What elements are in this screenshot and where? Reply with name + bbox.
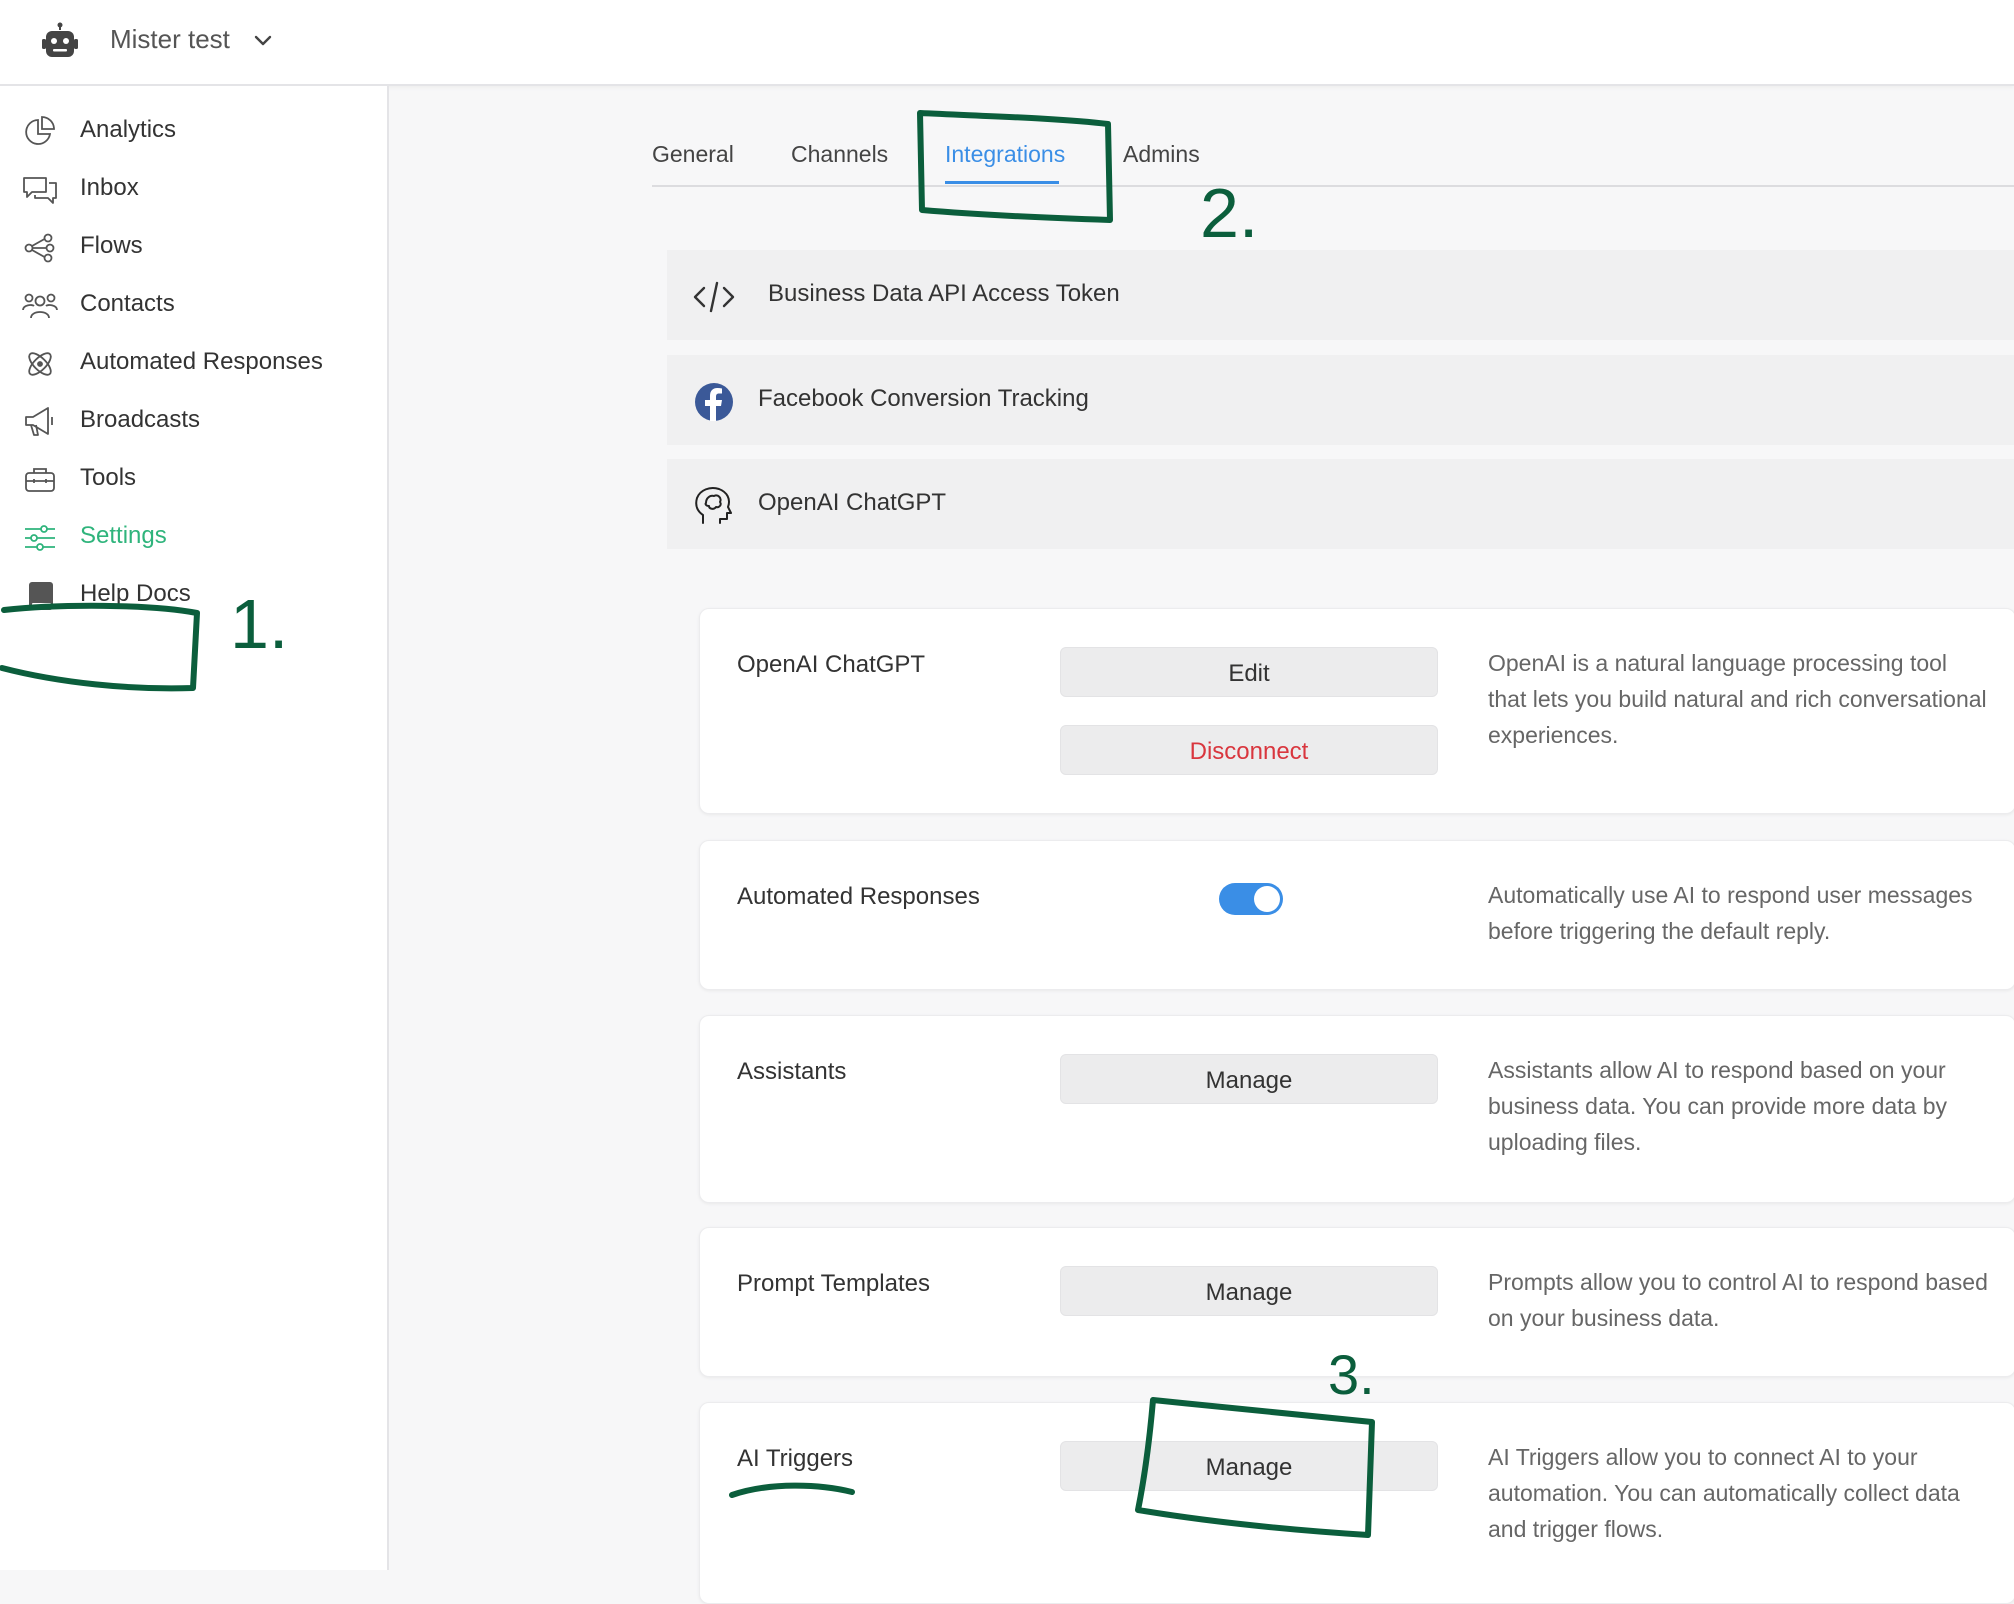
code-icon (693, 281, 735, 313)
sidebar-item-flows[interactable]: Flows (0, 216, 387, 276)
card-description: Assistants allow AI to respond based on … (1488, 1057, 1948, 1155)
sidebar-item-label: Automated Responses (80, 348, 323, 375)
flows-icon (24, 233, 55, 263)
sidebar-item-inbox[interactable]: Inbox (0, 158, 387, 218)
card-description: Prompts allow you to control AI to respo… (1488, 1269, 1988, 1331)
card-title: OpenAI ChatGPT (737, 651, 926, 678)
contacts-icon (22, 293, 58, 319)
card-prompt-templates: Prompt Templates Manage Prompts allow yo… (699, 1227, 2014, 1377)
manage-prompts-button[interactable]: Manage (1060, 1266, 1438, 1316)
settings-tabs: General Channels Integrations Admins (652, 135, 2014, 187)
tab-admins[interactable]: Admins (1123, 141, 1200, 168)
inbox-icon (23, 177, 57, 204)
card-assistants: Assistants Manage Assistants allow AI to… (699, 1015, 2014, 1203)
atom-icon (28, 352, 52, 376)
toggle-knob (1254, 886, 1280, 912)
book-icon (29, 582, 53, 610)
card-description: OpenAI is a natural language processing … (1488, 650, 1987, 748)
sidebar-item-label: Tools (80, 464, 137, 491)
analytics-icon (25, 116, 55, 145)
toolbox-icon (25, 468, 55, 492)
megaphone-icon (25, 407, 53, 436)
sidebar-item-label: Settings (80, 522, 167, 549)
bot-icon (42, 22, 78, 57)
manage-ai-triggers-button[interactable]: Manage (1060, 1441, 1438, 1491)
card-openai-chatgpt: OpenAI ChatGPT Edit Disconnect OpenAI is… (699, 608, 2014, 814)
brain-head-icon (695, 487, 732, 524)
active-tab-indicator (945, 181, 1059, 184)
workspace-name[interactable]: Mister test (110, 24, 230, 55)
sidebar-item-label: Broadcasts (80, 406, 201, 433)
automated-responses-toggle[interactable] (1219, 883, 1283, 915)
facebook-icon (695, 383, 733, 421)
manage-assistants-button[interactable]: Manage (1060, 1054, 1438, 1104)
sidebar-item-label: Analytics (80, 116, 177, 143)
card-description: Automatically use AI to respond user mes… (1488, 882, 1973, 944)
card-description: AI Triggers allow you to connect AI to y… (1488, 1444, 1960, 1542)
tab-channels[interactable]: Channels (791, 141, 888, 168)
integration-row-facebook[interactable]: Facebook Conversion Tracking (667, 355, 2014, 445)
tab-integrations[interactable]: Integrations (945, 141, 1065, 168)
integration-row-api-token[interactable]: Business Data API Access Token (667, 250, 2014, 340)
integration-row-openai[interactable]: OpenAI ChatGPT (667, 459, 2014, 549)
card-title: AI Triggers (737, 1445, 854, 1472)
sidebar-item-settings[interactable]: Settings (0, 506, 387, 566)
card-title: Automated Responses (737, 883, 980, 910)
sidebar-item-label: Help Docs (80, 580, 191, 607)
edit-button[interactable]: Edit (1060, 647, 1438, 697)
sidebar-item-broadcasts[interactable]: Broadcasts (0, 390, 387, 450)
disconnect-button[interactable]: Disconnect (1060, 725, 1438, 775)
sidebar-item-help-docs[interactable]: Help Docs (0, 564, 387, 624)
sidebar-item-label: Inbox (80, 174, 139, 201)
sidebar-item-label: Flows (80, 232, 143, 259)
sidebar-item-label: Contacts (80, 290, 175, 317)
tab-general[interactable]: General (652, 141, 734, 168)
sidebar-item-analytics[interactable]: Analytics (0, 100, 387, 160)
chevron-down-icon[interactable] (252, 30, 274, 52)
sidebar-item-tools[interactable]: Tools (0, 448, 387, 508)
sliders-icon (25, 525, 55, 551)
card-automated-responses: Automated Responses Automatically use AI… (699, 840, 2014, 990)
integration-label: OpenAI ChatGPT (758, 489, 947, 516)
top-bar: Mister test (0, 0, 2014, 86)
sidebar-item-contacts[interactable]: Contacts (0, 274, 387, 334)
card-ai-triggers: AI Triggers Manage AI Triggers allow you… (699, 1402, 2014, 1604)
sidebar: Analytics Inbox Flows Contacts Automated… (0, 86, 389, 1570)
card-title: Assistants (737, 1058, 847, 1085)
sidebar-item-automated-responses[interactable]: Automated Responses (0, 332, 387, 392)
integration-label: Facebook Conversion Tracking (758, 385, 1089, 412)
integration-label: Business Data API Access Token (768, 280, 1120, 307)
card-title: Prompt Templates (737, 1270, 930, 1297)
